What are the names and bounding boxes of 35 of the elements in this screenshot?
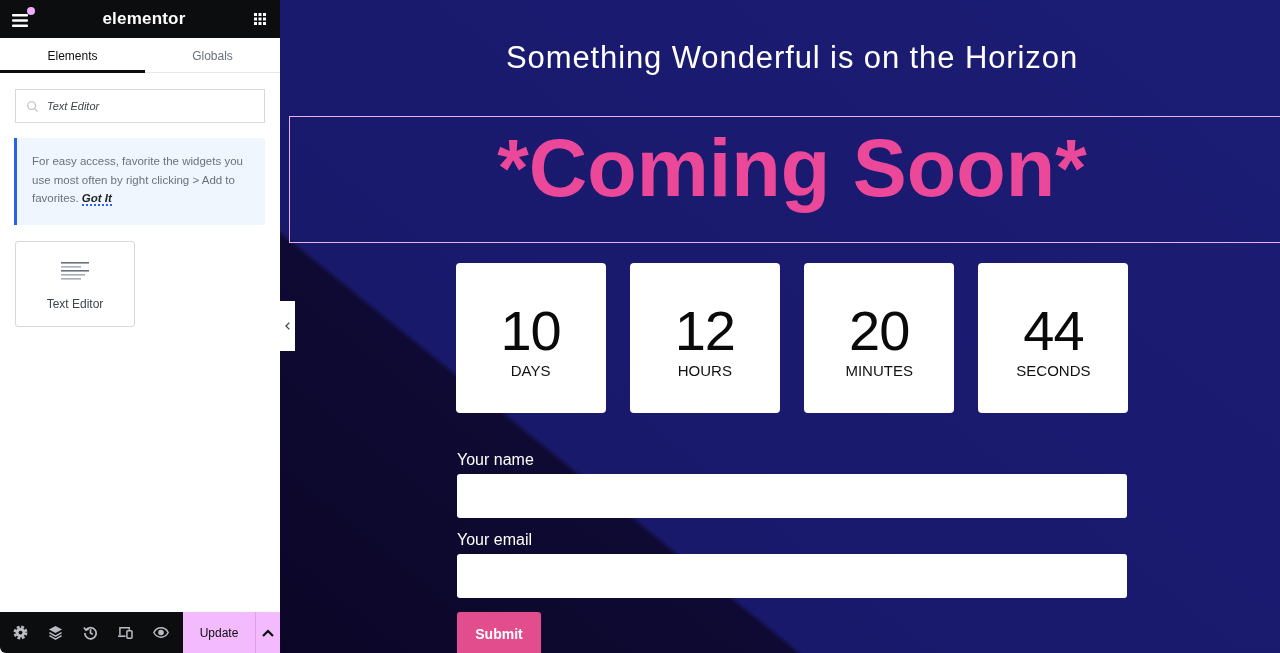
chevron-up-icon [262, 628, 274, 637]
logo-text: elementor [102, 9, 186, 29]
update-button[interactable]: Update [183, 612, 255, 653]
menu-icon[interactable] [12, 14, 28, 27]
coming-soon-heading: *Coming Soon* [497, 122, 1087, 215]
field-label: Your email [457, 530, 532, 550]
tip-text: For easy access, favorite the widgets you use most often by right clicking > Add to favorites. Got It [32, 154, 244, 208]
search-field[interactable]: Text Editor [15, 89, 265, 123]
page-subtitle: Something Wonderful is on the Horizon [505, 40, 1079, 76]
settings-icon[interactable] [13, 625, 28, 640]
countdown-number: 10 [500, 303, 561, 359]
chevron-left-icon [285, 322, 290, 330]
countdown-label: DAYS [510, 362, 551, 380]
search-icon [27, 100, 38, 112]
text-lines-icon [61, 261, 89, 280]
history-icon[interactable] [83, 625, 98, 640]
layers-icon[interactable] [48, 625, 63, 640]
submit-button[interactable]: Submit [457, 612, 541, 653]
panel-tab[interactable]: Globals [145, 38, 280, 73]
publish-options-button[interactable] [255, 612, 280, 653]
got-it-link[interactable]: Got It [81, 192, 112, 206]
countdown-number: 12 [674, 303, 735, 359]
panel-tab[interactable]: Elements [0, 38, 145, 73]
apps-grid-icon[interactable] [254, 13, 266, 25]
input-field[interactable] [457, 474, 1127, 518]
field-label: Your name [457, 450, 534, 470]
input-field[interactable] [457, 554, 1127, 598]
countdown-label: HOURS [677, 362, 732, 380]
countdown-number: 20 [849, 303, 910, 359]
eye-icon[interactable] [153, 627, 169, 638]
countdown-label: MINUTES [845, 362, 913, 380]
countdown-number: 44 [1023, 303, 1084, 359]
widget-card[interactable]: Text Editor [15, 240, 135, 327]
countdown-label: SECONDS [1016, 362, 1091, 380]
responsive-devices-icon[interactable] [118, 626, 133, 639]
